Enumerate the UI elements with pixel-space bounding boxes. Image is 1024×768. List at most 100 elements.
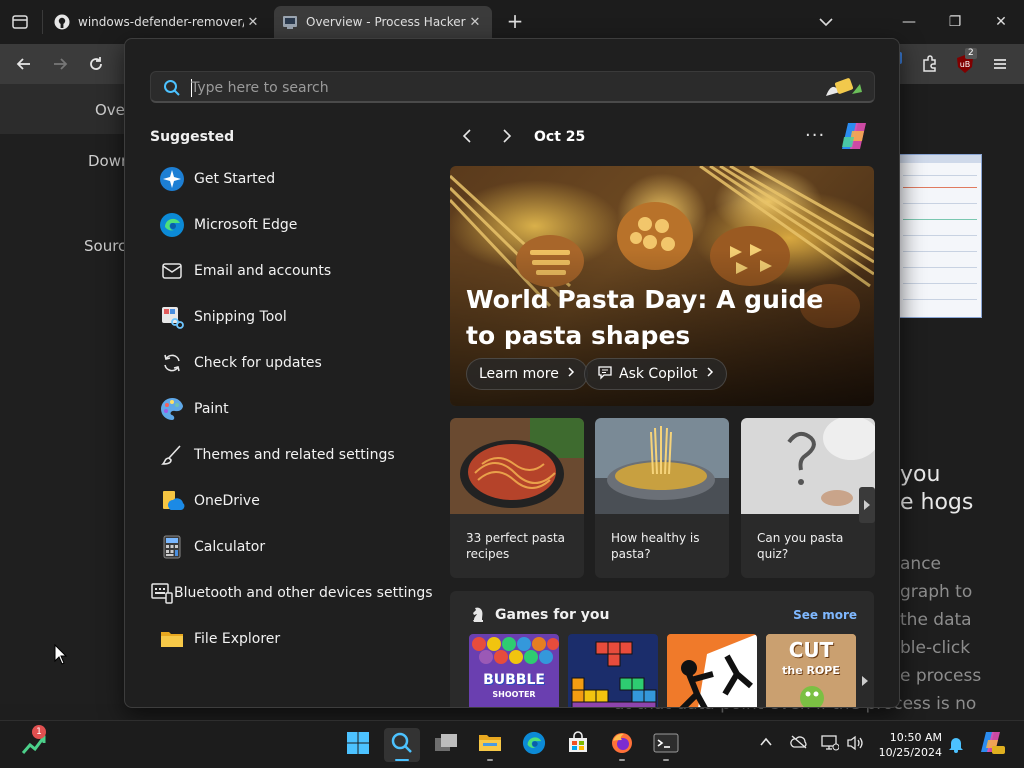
store-icon [566, 731, 590, 759]
start-button[interactable] [340, 728, 376, 762]
menu-icon[interactable] [988, 52, 1012, 76]
next-day-button[interactable] [495, 127, 519, 151]
notification-bell-icon[interactable] [948, 735, 964, 757]
running-indicator [487, 759, 493, 761]
body-text-line: the data [900, 610, 972, 630]
devices-icon [150, 581, 174, 605]
tab-github[interactable]: windows-defender-remover/Sc ✕ [46, 6, 270, 38]
folder-icon [150, 627, 194, 651]
suggested-item-edge[interactable]: Microsoft Edge [150, 205, 430, 245]
see-more-link[interactable]: See more [793, 608, 857, 622]
network-icon[interactable] [821, 735, 840, 755]
suggested-item-label: Microsoft Edge [194, 217, 298, 233]
tray-overflow-chevron-icon[interactable] [759, 735, 773, 753]
close-window-button[interactable]: ✕ [989, 10, 1013, 34]
taskbar-file-explorer[interactable] [472, 728, 508, 762]
tab-divider [42, 10, 43, 34]
suggested-item-email[interactable]: Email and accounts [150, 251, 430, 291]
system-clock[interactable]: 10:50 AM 10/25/2024 [878, 730, 942, 760]
tab-actions-icon[interactable] [10, 12, 30, 32]
firefox-icon [610, 731, 634, 759]
new-tab-button[interactable]: + [505, 9, 525, 33]
volume-icon[interactable] [846, 735, 864, 755]
suggested-item-themes[interactable]: Themes and related settings [150, 435, 430, 475]
back-arrow-icon[interactable] [12, 52, 36, 76]
body-heading-line2: e hogs [900, 490, 974, 515]
mail-icon [150, 259, 194, 283]
forward-arrow-icon[interactable] [48, 52, 72, 76]
suggested-item-updates[interactable]: Check for updates [150, 343, 430, 383]
folder-icon [477, 731, 503, 759]
learn-more-button[interactable]: Learn more [466, 358, 588, 390]
news-card[interactable]: How healthy is pasta? [595, 418, 729, 578]
game-tile-blocks[interactable] [568, 634, 658, 707]
task-view-icon [433, 732, 459, 758]
clock-time: 10:50 AM [889, 731, 942, 744]
notification-badge: 1 [32, 725, 46, 739]
suggested-item-get-started[interactable]: Get Started [150, 159, 430, 199]
close-icon[interactable]: ✕ [244, 15, 262, 30]
game-subtitle: SHOOTER [492, 690, 536, 699]
onedrive-icon [150, 488, 194, 514]
game-tile-stickman[interactable] [667, 634, 757, 707]
search-box[interactable] [150, 71, 875, 103]
tab-label: windows-defender-remover/Sc [78, 15, 244, 29]
windows-logo-icon [346, 731, 370, 759]
chevron-right-icon [567, 366, 575, 382]
tab-search-chevron-icon[interactable] [816, 12, 836, 32]
suggested-item-label: Get Started [194, 171, 276, 187]
suggested-item-label: Bluetooth and other devices settings [174, 585, 433, 601]
spaghetti-image [450, 418, 584, 514]
taskbar-search-button[interactable] [384, 728, 420, 762]
brush-icon [150, 443, 194, 467]
minimize-button[interactable]: — [897, 10, 921, 34]
copilot-pre-icon[interactable] [978, 730, 1006, 760]
stocks-widget-icon[interactable]: 1 [20, 725, 50, 759]
suggested-item-onedrive[interactable]: OneDrive [150, 481, 430, 521]
extensions-icon[interactable] [917, 52, 941, 76]
active-indicator [395, 759, 409, 761]
onedrive-offline-icon[interactable] [790, 735, 808, 753]
game-title: CUT [788, 638, 834, 662]
tetris-blocks-art [571, 641, 657, 707]
taskbar-store[interactable] [560, 728, 596, 762]
ublock-icon[interactable]: uB 2 [953, 48, 977, 76]
edge-icon [150, 212, 194, 238]
running-indicator [663, 759, 669, 761]
game-tile-cut-the-rope[interactable]: CUT the ROPE [766, 634, 856, 707]
search-input[interactable] [191, 78, 791, 98]
suggested-item-snipping[interactable]: Snipping Tool [150, 297, 430, 337]
close-icon[interactable]: ✕ [466, 15, 484, 30]
body-text-line: ance [900, 554, 941, 574]
cards-next-arrow[interactable] [859, 487, 875, 523]
game-tile-bubble-shooter[interactable]: BUBBLE SHOOTER [469, 634, 559, 707]
games-heading: Games for you [495, 607, 610, 623]
taskbar-edge[interactable] [516, 728, 552, 762]
task-view-button[interactable] [428, 728, 464, 762]
running-indicator [619, 759, 625, 761]
games-section: Games for you See more BUBBLE SHOOTER CU… [450, 591, 874, 707]
games-next-arrow[interactable] [858, 669, 872, 693]
extension-badge: 2 [965, 48, 977, 59]
hero-card-pasta[interactable]: World Pasta Day: A guide to pasta shapes… [450, 166, 874, 406]
suggested-item-file-explorer[interactable]: File Explorer [150, 619, 430, 659]
suggested-item-bluetooth[interactable]: Bluetooth and other devices settings [150, 573, 433, 613]
suggested-item-paint[interactable]: Paint [150, 389, 430, 429]
taskbar-terminal[interactable] [648, 728, 684, 762]
maximize-button[interactable]: ❐ [943, 10, 967, 34]
taskbar-firefox[interactable] [604, 728, 640, 762]
search-icon [163, 79, 181, 101]
prev-day-button[interactable] [455, 127, 479, 151]
tab-process-hacker[interactable]: Overview - Process Hacker ✕ [274, 6, 492, 38]
more-options-button[interactable]: ··· [805, 125, 825, 146]
news-card[interactable]: Can you pasta quiz? [741, 418, 875, 578]
search-highlight-pasta-icon [822, 76, 866, 104]
mouse-cursor-icon [54, 643, 68, 670]
hero-title[interactable]: World Pasta Day: A guide to pasta shapes [466, 282, 856, 354]
suggested-item-label: Email and accounts [194, 263, 332, 279]
copilot-icon[interactable] [838, 121, 870, 155]
reload-icon[interactable] [84, 52, 108, 76]
suggested-item-calculator[interactable]: Calculator [150, 527, 430, 567]
news-card[interactable]: 33 perfect pasta recipes [450, 418, 584, 578]
ask-copilot-button[interactable]: Ask Copilot [584, 358, 727, 390]
